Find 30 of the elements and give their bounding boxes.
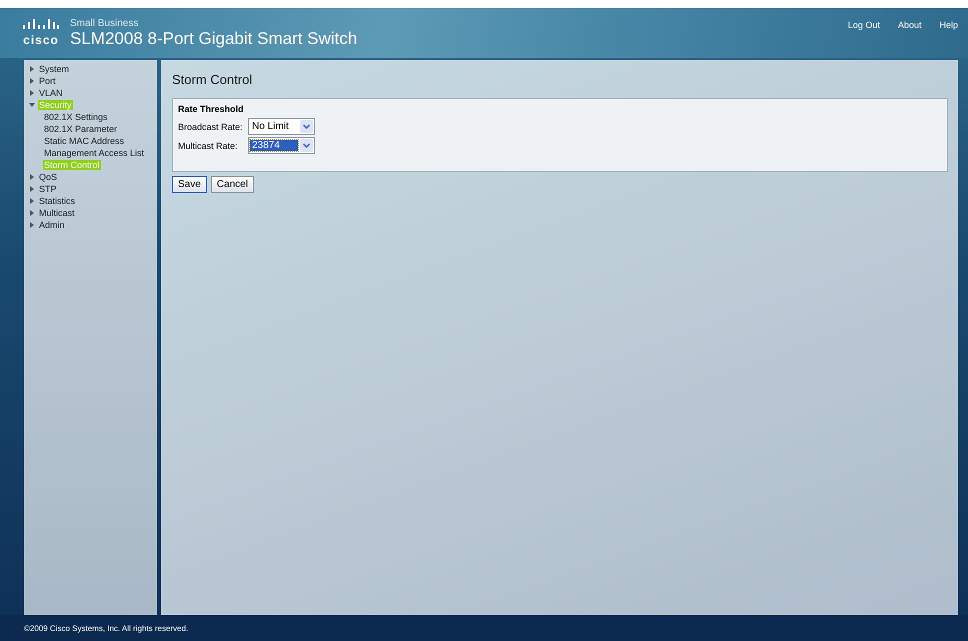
select-value: No Limit xyxy=(251,121,290,132)
field-label: Multicast Rate: xyxy=(178,140,239,150)
sidebar-item[interactable]: Admin xyxy=(38,220,66,230)
field-label: Broadcast Rate: xyxy=(178,122,244,132)
logo-text: cisco xyxy=(23,33,59,47)
select-value: 23874 xyxy=(250,140,298,151)
sidebar-subitem[interactable]: Static MAC Address xyxy=(43,136,126,146)
sidebar-subitem[interactable]: 802.1X Settings xyxy=(43,112,109,122)
sidebar-subitem[interactable]: Management Access List xyxy=(43,148,146,158)
sidebar-item[interactable]: STP xyxy=(38,184,58,194)
sidebar-item[interactable]: VLAN xyxy=(38,88,64,98)
rate-select[interactable]: 23874 xyxy=(248,137,315,154)
rate-select[interactable]: No Limit xyxy=(248,118,315,135)
subtitle: Small Business xyxy=(70,18,140,28)
sidebar-subitem[interactable]: 802.1X Parameter xyxy=(43,124,118,134)
section-title: Rate Threshold xyxy=(178,104,245,114)
product-title: SLM2008 8-Port Gigabit Smart Switch xyxy=(70,28,358,48)
header-link[interactable]: About xyxy=(898,20,922,30)
sidebar-item[interactable]: QoS xyxy=(38,172,58,182)
sidebar-item[interactable]: Port xyxy=(38,76,57,86)
form-button[interactable]: Cancel xyxy=(210,176,254,193)
header-link[interactable]: Help xyxy=(939,20,958,30)
sidebar-item[interactable]: Statistics xyxy=(38,196,76,206)
header-link[interactable]: Log Out xyxy=(848,20,880,30)
copyright-text: ©2009 Cisco Systems, Inc. All rights reserved. xyxy=(24,624,188,632)
sidebar-item[interactable]: Multicast xyxy=(38,208,76,218)
logo-bars-icon xyxy=(22,19,60,31)
form-button[interactable]: Save xyxy=(172,176,207,193)
sidebar-item[interactable]: System xyxy=(38,64,70,74)
page-title: Storm Control xyxy=(172,72,254,87)
